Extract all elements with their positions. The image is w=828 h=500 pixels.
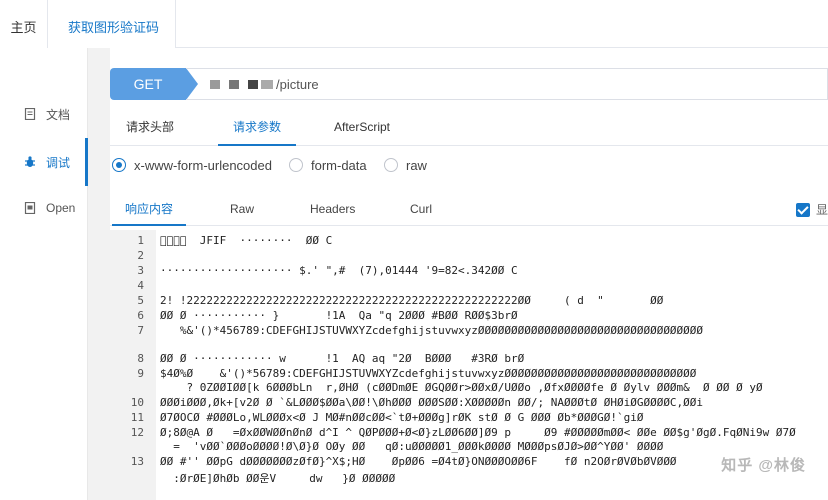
sidebar-gutter xyxy=(88,48,110,500)
tab-headers[interactable]: Headers xyxy=(310,192,355,226)
sidebar-item-label: 调试 xyxy=(46,155,71,170)
sidebar: 文档 调试 Open xyxy=(0,48,88,500)
watermark: 知乎 @林俊 xyxy=(721,457,806,474)
code-line: :ØrØE]ØhØb ØØ운V dw }Ø ØØØØØ xyxy=(160,472,396,485)
redacted-block xyxy=(210,79,220,89)
open-doc-icon xyxy=(24,202,36,214)
checkbox-checked-icon xyxy=(795,202,810,217)
code-line: ØØ Ø ············ w !1 AQ aq "2Ø BØØØ #3… xyxy=(160,352,525,365)
radio-form-data[interactable]: form-data xyxy=(289,154,367,176)
bug-icon xyxy=(25,156,35,167)
request-url-row: GET /picture xyxy=(110,68,828,100)
code-line: = 'vØØ`ØØØoØØØØ!Ø\Ø}Ø OØy ØØ qØ:uØØØØØ1_… xyxy=(160,440,664,453)
url-input[interactable]: /picture xyxy=(186,68,828,100)
radio-label: raw xyxy=(406,157,427,173)
sidebar-item-open[interactable]: Open xyxy=(0,184,88,232)
radio-circle xyxy=(384,158,398,172)
code-line: ? 0ZØØIØØ[k 6ØØØbLn r,ØHØ (cØØDmØE ØGQØØ… xyxy=(160,381,763,394)
code-line: Ø;8Ø@A Ø =ØxØØWØØnØnØ d^I ^ QØPØØØ+Ø<Ø}z… xyxy=(160,426,796,439)
line-number: 5 xyxy=(137,294,144,307)
line-number: 6 xyxy=(137,309,144,322)
request-tabs: 请求头部 请求参数 AfterScript xyxy=(110,108,828,146)
line-number: 10 xyxy=(130,396,144,409)
tab-bar: 主页 获取图形验证码 ✕ xyxy=(0,0,828,92)
response-tabs: 响应内容 Raw Headers Curl 显 xyxy=(110,192,828,226)
tab-get-captcha-label: 获取图形验证码 xyxy=(68,20,160,35)
line-number: 13 xyxy=(130,455,144,468)
code-line: $4Ø%Ø &'()*56789:CDEFGHIJSTUVWXYZcdefghi… xyxy=(160,367,697,380)
line-number: 2 xyxy=(137,249,144,262)
line-number: 12 xyxy=(130,426,144,439)
document-icon xyxy=(24,108,36,120)
show-checkbox[interactable]: 显 xyxy=(795,201,828,218)
radio-circle xyxy=(112,158,126,172)
line-number: 3 xyxy=(137,264,144,277)
body-type-radios: x-www-form-urlencoded form-data raw xyxy=(110,154,828,176)
tab-response-body[interactable]: 响应内容 xyxy=(112,192,186,226)
line-number: 9 xyxy=(137,367,144,380)
url-path: /picture xyxy=(276,76,319,92)
code-line: 2! !222222222222222222222222222222222222… xyxy=(160,294,664,307)
radio-label: x-www-form-urlencoded xyxy=(134,157,272,173)
code-line: %&'()*456789:CDEFGHIJSTUVWXYZcdefghijstu… xyxy=(160,324,704,337)
code-line: ØØ Ø ··········· } !1A Qa "q 2ØØØ #BØØ R… xyxy=(160,309,518,322)
line-number: 1 xyxy=(137,234,144,247)
redacted-block xyxy=(261,79,273,89)
tab-afterscript[interactable]: AfterScript xyxy=(334,108,390,146)
sidebar-item-doc[interactable]: 文档 xyxy=(0,90,88,138)
line-number: 7 xyxy=(137,324,144,337)
radio-label: form-data xyxy=(311,157,367,173)
line-number-gutter: 1 2 3 4 5 6 7 8 9 10 11 12 13 xyxy=(110,230,156,500)
sidebar-item-label: 文档 xyxy=(46,107,71,122)
code-line: ···················· $.' ",# (7),01444 '… xyxy=(160,264,518,277)
radio-urlencoded[interactable]: x-www-form-urlencoded xyxy=(112,154,272,176)
code-line:      JFIF ········ ØØ C xyxy=(160,234,333,247)
sidebar-item-debug[interactable]: 调试 xyxy=(0,138,88,186)
radio-circle xyxy=(289,158,303,172)
tab-request-params[interactable]: 请求参数 xyxy=(218,108,296,146)
tab-home[interactable]: 主页 xyxy=(0,0,48,48)
redacted-block xyxy=(248,79,258,89)
code-line: Ø7ØOCØ #ØØØLo,WLØØØx<Ø J MØ#nØØcØØ<`tØ+Ø… xyxy=(160,411,644,424)
line-number: 8 xyxy=(137,352,144,365)
line-number: 11 xyxy=(130,411,144,424)
show-checkbox-label: 显 xyxy=(815,203,828,217)
tab-get-captcha[interactable]: 获取图形验证码 ✕ xyxy=(48,0,176,92)
tab-request-headers[interactable]: 请求头部 xyxy=(126,108,174,146)
code-line: ØØ #'' ØØpG dØØØØØØØzØfØ}^X$;HØ ØpØØ6 =Ø… xyxy=(160,455,677,468)
code-line: ØØØiØØØ,Øk+[v2Ø Ø `&LØØØ$ØØa\ØØ!\ØhØØØ Ø… xyxy=(160,396,704,409)
line-number: 4 xyxy=(137,279,144,292)
sidebar-item-label: Open xyxy=(46,201,76,215)
tab-curl[interactable]: Curl xyxy=(410,192,432,226)
radio-raw[interactable]: raw xyxy=(384,154,427,176)
method-select[interactable]: GET xyxy=(110,68,198,100)
redacted-block xyxy=(229,79,239,89)
tab-raw[interactable]: Raw xyxy=(230,192,254,226)
